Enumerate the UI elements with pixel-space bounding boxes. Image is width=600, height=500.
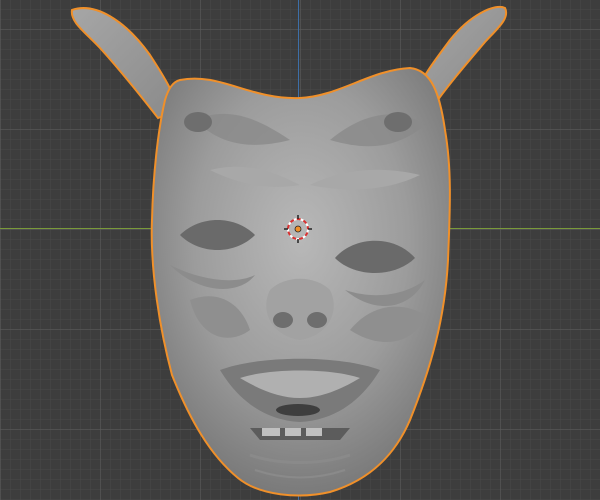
3d-viewport[interactable] <box>0 0 600 500</box>
left-horn <box>70 7 180 120</box>
origin-point-icon <box>294 225 302 233</box>
mask-object[interactable] <box>0 0 600 500</box>
